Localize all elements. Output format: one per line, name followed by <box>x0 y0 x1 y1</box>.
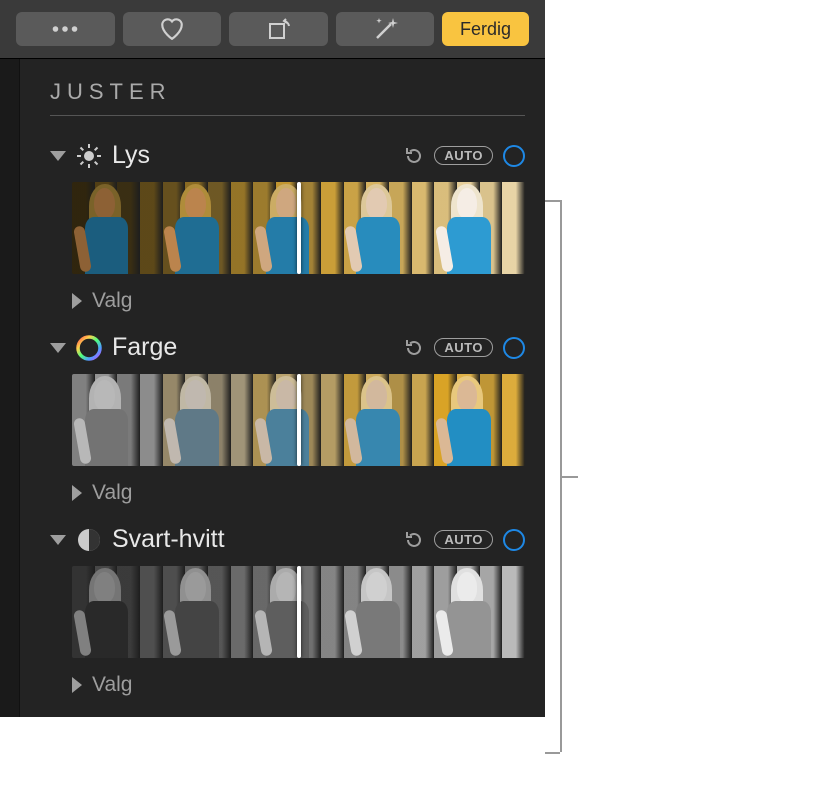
slider-thumb <box>434 182 525 274</box>
active-indicator-icon[interactable] <box>503 337 525 359</box>
adjust-section-light: Lys AUTO <box>50 141 525 313</box>
options-row[interactable]: Valg <box>72 673 525 697</box>
active-indicator-icon[interactable] <box>503 529 525 551</box>
slider-handle[interactable] <box>297 566 301 658</box>
adjustment-slider[interactable] <box>72 182 525 274</box>
favorite-button[interactable] <box>123 12 222 46</box>
slider-thumb <box>344 374 435 466</box>
disclosure-triangle-icon[interactable] <box>50 343 66 353</box>
slider-thumb <box>344 566 435 658</box>
adjustment-slider[interactable] <box>72 566 525 658</box>
auto-button[interactable]: AUTO <box>434 146 493 165</box>
more-button[interactable] <box>16 12 115 46</box>
auto-button[interactable]: AUTO <box>434 338 493 357</box>
options-row[interactable]: Valg <box>72 481 525 505</box>
adjust-section-color: Farge AUTO <box>50 333 525 505</box>
main-area: JUSTER Lys AUTO <box>0 59 545 717</box>
callout-line <box>560 476 578 478</box>
disclosure-triangle-icon <box>72 293 82 309</box>
left-strip <box>0 59 20 717</box>
slider-thumb <box>72 566 163 658</box>
wand-icon <box>371 16 399 43</box>
rotate-icon <box>264 16 292 43</box>
auto-enhance-button[interactable] <box>336 12 435 46</box>
disclosure-triangle-icon[interactable] <box>50 535 66 545</box>
slider-thumb <box>434 566 525 658</box>
reset-icon[interactable] <box>404 146 424 166</box>
options-label: Valg <box>92 481 132 505</box>
disclosure-triangle-icon <box>72 485 82 501</box>
adjust-panel: Ferdig JUSTER Lys AUTO <box>0 0 545 717</box>
options-row[interactable]: Valg <box>72 289 525 313</box>
rotate-button[interactable] <box>229 12 328 46</box>
adjustment-slider[interactable] <box>72 374 525 466</box>
bw-icon <box>76 527 102 553</box>
slider-thumb <box>72 182 163 274</box>
light-icon <box>76 143 102 169</box>
slider-handle[interactable] <box>297 182 301 274</box>
disclosure-triangle-icon <box>72 677 82 693</box>
auto-button[interactable]: AUTO <box>434 530 493 549</box>
done-button[interactable]: Ferdig <box>442 12 529 46</box>
section-header: Svart-hvitt AUTO <box>50 525 525 554</box>
color-icon <box>76 335 102 361</box>
panel-title: JUSTER <box>50 79 525 116</box>
adjust-section-bw: Svart-hvitt AUTO <box>50 525 525 697</box>
slider-thumb <box>72 374 163 466</box>
reset-icon[interactable] <box>404 530 424 550</box>
heart-icon <box>159 16 185 43</box>
options-label: Valg <box>92 673 132 697</box>
section-label: Farge <box>112 333 394 362</box>
section-label: Svart-hvitt <box>112 525 394 554</box>
callout-line <box>545 752 560 754</box>
content: JUSTER Lys AUTO <box>20 59 545 717</box>
slider-thumb <box>163 182 254 274</box>
reset-icon[interactable] <box>404 338 424 358</box>
slider-thumb <box>163 566 254 658</box>
toolbar: Ferdig <box>0 0 545 59</box>
callout-line <box>545 200 560 202</box>
ellipsis-icon <box>52 22 78 37</box>
slider-thumb <box>434 374 525 466</box>
section-header: Farge AUTO <box>50 333 525 362</box>
slider-thumb <box>344 182 435 274</box>
slider-thumb <box>163 374 254 466</box>
section-label: Lys <box>112 141 394 170</box>
section-header: Lys AUTO <box>50 141 525 170</box>
slider-handle[interactable] <box>297 374 301 466</box>
disclosure-triangle-icon[interactable] <box>50 151 66 161</box>
options-label: Valg <box>92 289 132 313</box>
active-indicator-icon[interactable] <box>503 145 525 167</box>
